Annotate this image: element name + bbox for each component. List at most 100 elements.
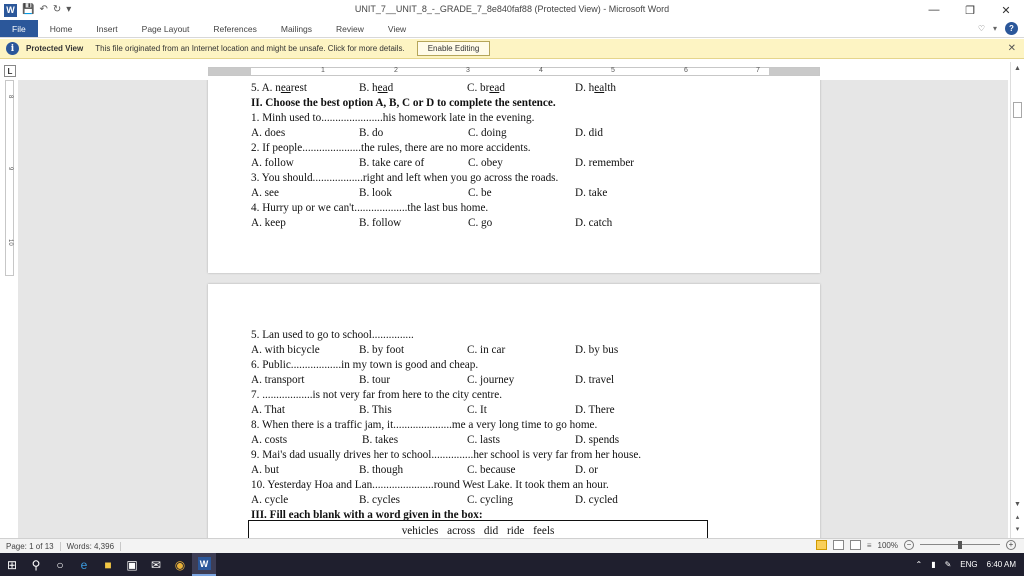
answer-options: A. transport B. tour C. journey D. trave… <box>251 373 671 388</box>
task-view-icon[interactable]: ○ <box>48 553 72 576</box>
option-a: A. cycle <box>251 494 289 506</box>
question-text: 10. Yesterday Hoa and Lan...............… <box>251 479 609 491</box>
ruler-mark: 1 <box>321 67 325 74</box>
option-a: A. That <box>251 404 285 416</box>
option-b: B. do <box>359 127 384 139</box>
option-c: C. It <box>467 404 487 416</box>
status-right: ≡ 100% − + <box>815 540 1016 550</box>
undo-icon[interactable]: ↶ <box>39 5 47 15</box>
help-icon[interactable]: ? <box>1005 22 1018 35</box>
option-b: B. cycles <box>359 494 401 506</box>
windows-start-icon[interactable]: ⊞ <box>0 553 24 576</box>
tab-review[interactable]: Review <box>324 20 376 37</box>
minimize-button[interactable]: — <box>916 0 952 20</box>
document-page[interactable]: 5. Lan used to go to school.............… <box>208 284 820 538</box>
option-d: D. travel <box>575 374 615 386</box>
option-a: A. transport <box>251 374 305 386</box>
ruler-mark: 10 <box>7 239 13 246</box>
option-a: A. see <box>251 187 279 199</box>
option-d: D. take <box>575 187 608 199</box>
close-icon[interactable]: ✕ <box>1008 43 1016 54</box>
tab-insert[interactable]: Insert <box>84 20 129 37</box>
ribbon-tabs: File Home Insert Page Layout References … <box>0 20 1024 38</box>
question-text: 7. ..................is not very far fro… <box>251 389 503 401</box>
option-b: B. look <box>359 187 392 199</box>
horizontal-ruler[interactable]: 1 2 3 4 5 6 7 <box>208 67 820 76</box>
option-c: C. in car <box>467 344 506 356</box>
tab-home[interactable]: Home <box>38 20 85 37</box>
ruler-mark: 9 <box>7 167 13 171</box>
document-page[interactable]: 5. A. nearest B. head C. bread D. health… <box>208 80 820 273</box>
tab-mailings[interactable]: Mailings <box>269 20 324 37</box>
mail-icon[interactable]: ✉ <box>144 553 168 576</box>
clock[interactable]: 6:40 AM <box>987 560 1016 569</box>
outline-icon[interactable]: ≡ <box>867 541 872 550</box>
option-b: B. follow <box>359 217 402 229</box>
document-area[interactable]: 5. A. nearest B. head C. bread D. health… <box>18 80 1008 538</box>
system-tray: ⌃ ▮ ✎ ENG 6:40 AM <box>915 553 1016 576</box>
quick-access-toolbar: W 💾 ↶ ↻ ▾ <box>0 3 71 17</box>
tab-selector[interactable]: L <box>4 65 16 77</box>
show-hidden-icons-icon[interactable]: ⌃ <box>915 560 922 569</box>
page-count[interactable]: Page: 1 of 13 <box>0 541 61 551</box>
scroll-thumb[interactable] <box>1013 102 1022 118</box>
file-explorer-icon[interactable]: ■ <box>96 553 120 576</box>
search-icon[interactable]: ⚲ <box>24 553 48 576</box>
answer-options: A. follow B. take care of C. obey D. rem… <box>251 156 671 171</box>
web-layout-icon[interactable] <box>849 540 861 550</box>
word-taskbar-icon[interactable]: W <box>192 553 216 576</box>
ruler-mark: 4 <box>539 67 543 74</box>
previous-page-icon[interactable]: ▴ <box>1011 511 1024 523</box>
protected-view-message[interactable]: This file originated from an Internet lo… <box>95 44 405 53</box>
vertical-scrollbar[interactable]: ▲ ▼ ▴ ▾ <box>1010 62 1024 538</box>
language-indicator[interactable]: ENG <box>960 560 977 569</box>
option-b: B. though <box>359 464 404 476</box>
read-mode-icon[interactable] <box>815 540 827 550</box>
answer-options: A. costs B. takes C. lasts D. spends <box>251 433 671 448</box>
tab-view[interactable]: View <box>376 20 418 37</box>
option-c: C. be <box>468 187 492 199</box>
zoom-slider[interactable] <box>920 540 1000 550</box>
scroll-up-icon[interactable]: ▲ <box>1011 62 1024 74</box>
ribbon-collapse-icon[interactable]: ♡ <box>978 24 985 33</box>
redo-icon[interactable]: ↻ <box>53 5 61 15</box>
zoom-level[interactable]: 100% <box>878 541 898 550</box>
next-page-icon[interactable]: ▾ <box>1011 523 1024 535</box>
customize-qat-icon[interactable]: ▾ <box>66 5 71 15</box>
option-c: C. because <box>467 464 516 476</box>
print-layout-icon[interactable] <box>832 540 844 550</box>
tab-references[interactable]: References <box>201 20 268 37</box>
scroll-down-icon[interactable]: ▼ <box>1011 498 1024 510</box>
ruler-mark: 3 <box>466 67 470 74</box>
option-a: A. with bicycle <box>251 344 320 356</box>
restore-button[interactable]: ❐ <box>952 0 988 20</box>
chrome-icon[interactable]: ◉ <box>168 553 192 576</box>
edge-browser-icon[interactable]: e <box>72 553 96 576</box>
save-icon[interactable]: 💾 <box>22 5 34 15</box>
vertical-ruler[interactable]: 8 9 10 <box>5 80 14 276</box>
battery-icon[interactable]: ▮ <box>931 560 935 569</box>
option-c: C. go <box>468 217 493 229</box>
protected-view-bar: i Protected View This file originated fr… <box>0 39 1024 59</box>
answer-options: A. but B. though C. because D. or <box>251 463 671 478</box>
zoom-in-button[interactable]: + <box>1006 540 1016 550</box>
store-icon[interactable]: ▣ <box>120 553 144 576</box>
zoom-out-button[interactable]: − <box>904 540 914 550</box>
word-box: vehicles across did ride feels <box>248 520 708 538</box>
title-bar: W 💾 ↶ ↻ ▾ UNIT_7__UNIT_8_-_GRADE_7_8e840… <box>0 0 1024 20</box>
ribbon-options-icon[interactable]: ▾ <box>993 24 997 33</box>
pen-icon[interactable]: ✎ <box>945 560 952 569</box>
close-button[interactable]: ✕ <box>988 0 1024 20</box>
ruler-mark: 8 <box>7 95 13 99</box>
option-b: B. This <box>359 404 392 416</box>
tab-page-layout[interactable]: Page Layout <box>130 20 202 37</box>
answer-options: A. does B. do C. doing D. did <box>251 126 671 141</box>
tab-file[interactable]: File <box>0 20 38 37</box>
question-text: 5. Lan used to go to school.............… <box>251 329 414 341</box>
window-controls: — ❐ ✕ <box>916 0 1024 20</box>
enable-editing-button[interactable]: Enable Editing <box>416 41 491 56</box>
option-b: B. tour <box>359 374 391 386</box>
zoom-slider-thumb[interactable] <box>958 541 962 549</box>
option-c: C. doing <box>468 127 507 139</box>
word-count[interactable]: Words: 4,396 <box>61 541 122 551</box>
